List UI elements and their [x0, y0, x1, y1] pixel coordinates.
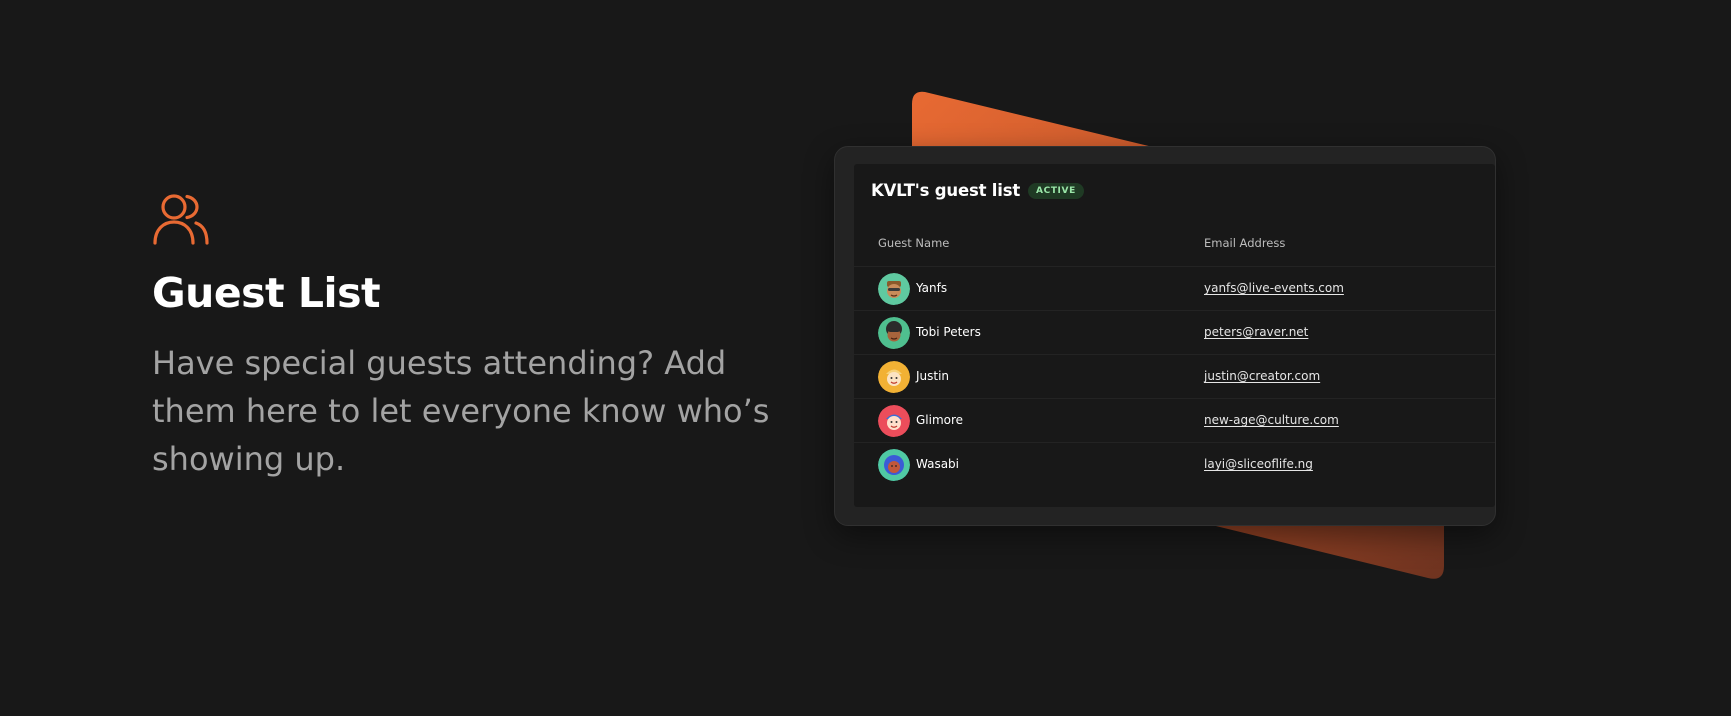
table-row: Wasabi layi@sliceoflife.ng [854, 442, 1495, 486]
table-header: Guest Name Email Address [854, 236, 1495, 256]
card-header: KVLT's guest list ACTIVE [871, 181, 1084, 200]
column-header-email: Email Address [1204, 236, 1286, 250]
avatar-face-icon [878, 273, 910, 305]
guest-name: Wasabi [916, 457, 960, 471]
users-icon [153, 194, 209, 245]
feature-title: Guest List [152, 269, 381, 317]
column-header-name: Guest Name [878, 236, 950, 250]
avatar-face-icon [878, 405, 910, 437]
status-badge: ACTIVE [1028, 182, 1084, 199]
guest-name: Tobi Peters [916, 325, 981, 339]
guest-name: Yanfs [916, 281, 948, 295]
feature-section: Guest List Have special guests attending… [152, 193, 792, 483]
guest-email-link[interactable]: new-age@culture.com [1204, 413, 1339, 427]
avatar [878, 317, 910, 349]
avatar [878, 273, 910, 305]
guest-name: Glimore [916, 413, 964, 427]
guest-email-link[interactable]: layi@sliceoflife.ng [1204, 457, 1313, 471]
table-row: Yanfs yanfs@live-events.com [854, 266, 1495, 310]
feature-description: Have special guests attending? Add them … [152, 344, 770, 478]
table-row: Glimore new-age@culture.com [854, 398, 1495, 442]
guest-email-link[interactable]: peters@raver.net [1204, 325, 1308, 339]
guest-email-link[interactable]: justin@creator.com [1204, 369, 1320, 383]
avatar [878, 405, 910, 437]
guest-name: Justin [916, 369, 950, 383]
guest-email-link[interactable]: yanfs@live-events.com [1204, 281, 1344, 295]
avatar-face-icon [878, 317, 910, 349]
guest-rows: Yanfs yanfs@live-events.com Tobi Peters … [854, 266, 1495, 486]
table-row: Justin justin@creator.com [854, 354, 1495, 398]
card-title: KVLT's guest list [871, 181, 1021, 200]
guest-list-card: KVLT's guest list ACTIVE Guest Name Emai… [834, 146, 1496, 526]
guest-list-panel: KVLT's guest list ACTIVE Guest Name Emai… [854, 164, 1495, 507]
avatar [878, 449, 910, 481]
avatar-face-icon [878, 449, 910, 481]
table-row: Tobi Peters peters@raver.net [854, 310, 1495, 354]
avatar-face-icon [878, 361, 910, 393]
avatar [878, 361, 910, 393]
